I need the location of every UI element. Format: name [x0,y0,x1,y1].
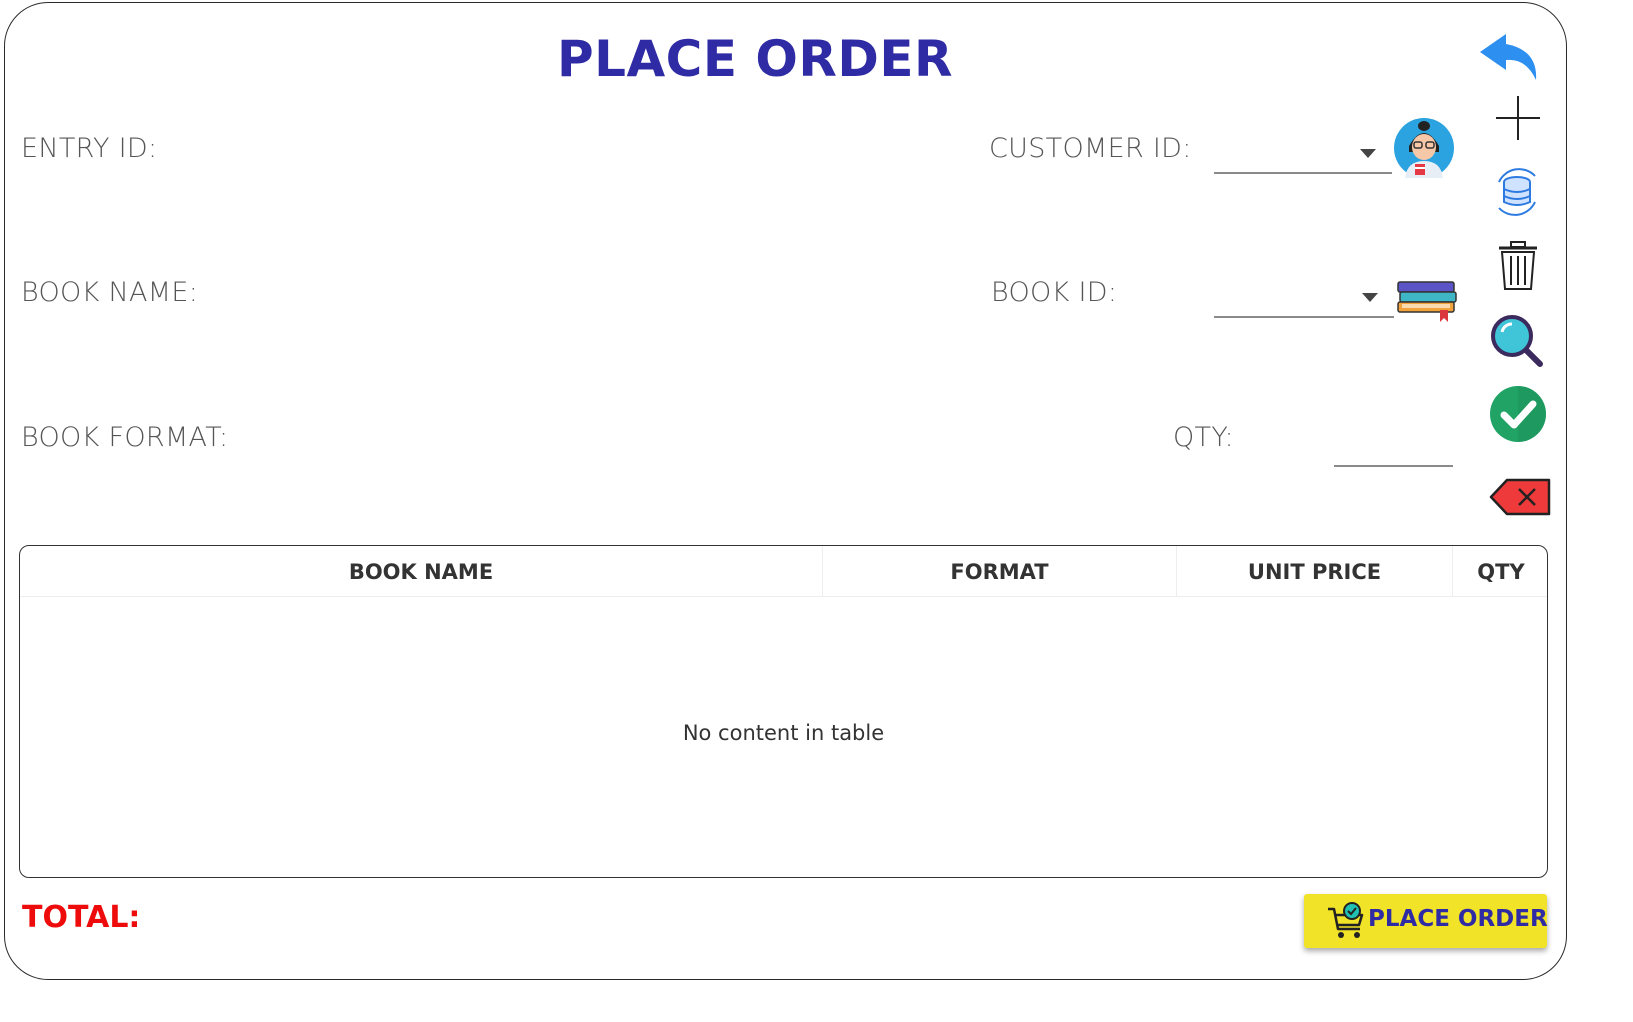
book-id-label: BOOK ID: [991,277,1118,308]
customer-id-combo[interactable] [1214,137,1392,174]
customer-id-label: CUSTOMER ID: [989,133,1192,164]
order-table[interactable]: BOOK NAME FORMAT UNIT PRICE QTY No conte… [19,545,1548,878]
page-title: PLACE ORDER [556,30,954,88]
chevron-down-icon [1362,293,1378,302]
place-order-button[interactable]: PLACE ORDER [1304,894,1548,948]
entry-id-label: ENTRY ID: [21,133,158,164]
cart-check-icon [1328,902,1364,938]
qty-field[interactable] [1334,430,1453,467]
table-placeholder: No content in table [682,721,885,745]
place-order-button-label: PLACE ORDER [1368,906,1548,932]
qty-label: QTY: [1173,422,1234,453]
column-header-qty[interactable]: QTY [1453,546,1547,596]
book-id-combo[interactable] [1214,281,1394,318]
search-icon[interactable] [1490,314,1544,368]
book-format-label: BOOK FORMAT: [21,422,229,453]
clear-icon[interactable] [1489,478,1553,518]
check-icon[interactable] [1489,385,1547,443]
database-refresh-icon[interactable] [1489,164,1545,220]
back-arrow-icon[interactable] [1478,30,1542,82]
trash-icon[interactable] [1497,240,1539,292]
chevron-down-icon [1360,149,1376,158]
book-name-label: BOOK NAME: [21,277,199,308]
column-header-book-name[interactable]: BOOK NAME [20,546,823,596]
customer-avatar-icon[interactable] [1393,116,1455,180]
plus-icon[interactable] [1494,94,1542,142]
table-header-divider [20,596,1547,597]
column-header-unit-price[interactable]: UNIT PRICE [1177,546,1453,596]
total-label: TOTAL: [22,900,141,935]
books-icon[interactable] [1396,280,1458,324]
column-header-format[interactable]: FORMAT [823,546,1177,596]
